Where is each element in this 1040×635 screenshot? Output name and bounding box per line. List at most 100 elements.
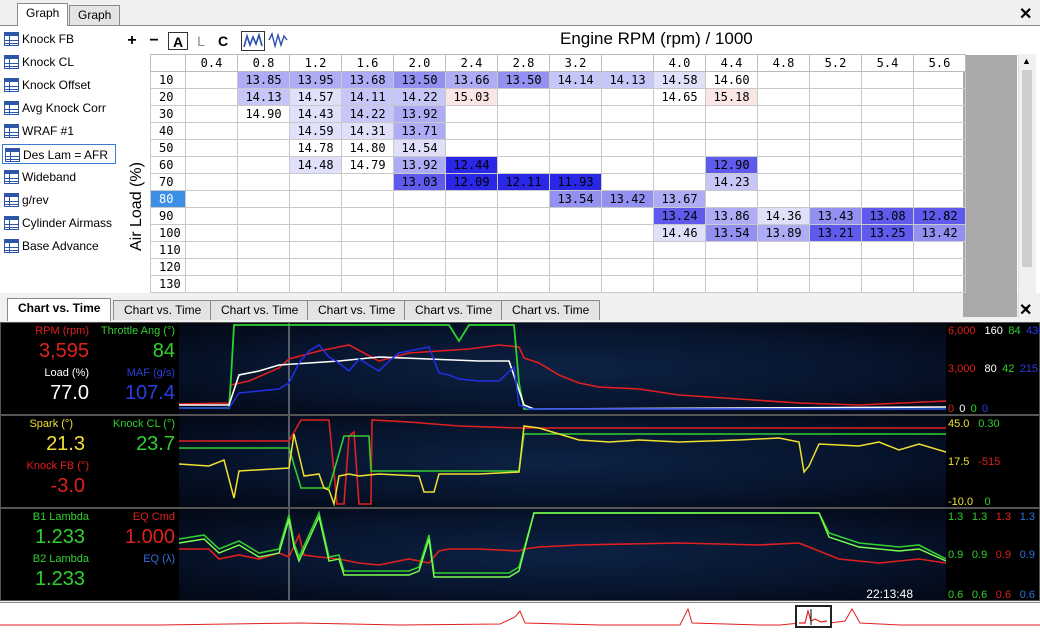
scroll-up-icon[interactable]: ▲ xyxy=(1022,56,1031,66)
table-cell[interactable]: 14.22 xyxy=(393,88,446,106)
row-header[interactable]: 90 xyxy=(150,207,186,225)
table-cell[interactable] xyxy=(705,241,758,259)
table-cell[interactable]: 13.50 xyxy=(393,71,446,89)
table-cell[interactable] xyxy=(237,139,290,157)
table-cell[interactable]: 13.86 xyxy=(705,207,758,225)
column-header[interactable]: 2.0 xyxy=(393,54,446,72)
table-cell[interactable]: 12.09 xyxy=(445,173,498,191)
overview-timeline[interactable] xyxy=(0,602,1040,635)
column-header[interactable]: 1.6 xyxy=(341,54,394,72)
row-header[interactable]: 70 xyxy=(150,173,186,191)
row-header[interactable]: 20 xyxy=(150,88,186,106)
table-cell[interactable] xyxy=(497,156,550,174)
table-cell[interactable] xyxy=(861,122,914,140)
tool-a-button[interactable]: A xyxy=(168,32,188,50)
table-cell[interactable] xyxy=(601,241,654,259)
table-cell[interactable]: 13.95 xyxy=(289,71,342,89)
table-cell[interactable]: 13.03 xyxy=(393,173,446,191)
table-cell[interactable]: 13.08 xyxy=(861,207,914,225)
table-cell[interactable] xyxy=(497,105,550,123)
overview-viewport[interactable] xyxy=(795,605,832,628)
table-cell[interactable]: 14.14 xyxy=(549,71,602,89)
tab-chart-2[interactable]: Chart vs. Time xyxy=(210,300,310,320)
table-cell[interactable] xyxy=(393,207,446,225)
tab-graph-2[interactable]: Graph xyxy=(69,5,121,25)
table-cell[interactable]: 11.93 xyxy=(549,173,602,191)
table-cell[interactable] xyxy=(653,241,706,259)
table-cell[interactable] xyxy=(705,122,758,140)
table-cell[interactable] xyxy=(549,139,602,157)
table-cell[interactable] xyxy=(861,190,914,208)
sidebar-item-4[interactable]: WRAF #1 xyxy=(2,121,116,141)
table-cell[interactable]: 14.59 xyxy=(289,122,342,140)
table-cell[interactable]: 13.92 xyxy=(393,105,446,123)
table-cell[interactable] xyxy=(601,88,654,106)
table-cell[interactable] xyxy=(757,156,810,174)
table-cell[interactable]: 14.57 xyxy=(289,88,342,106)
table-cell[interactable] xyxy=(705,190,758,208)
table-cell[interactable]: 14.60 xyxy=(705,71,758,89)
column-header[interactable]: 5.6 xyxy=(913,54,966,72)
column-header[interactable]: 5.2 xyxy=(809,54,862,72)
table-cell[interactable] xyxy=(289,190,342,208)
table-cell[interactable]: 14.36 xyxy=(757,207,810,225)
column-header[interactable]: 2.4 xyxy=(445,54,498,72)
tool-l-button[interactable]: L xyxy=(193,32,209,50)
row-header[interactable]: 110 xyxy=(150,241,186,259)
table-cell[interactable] xyxy=(445,275,498,293)
table-cell[interactable] xyxy=(809,105,862,123)
table-cell[interactable] xyxy=(185,241,238,259)
table-cell[interactable] xyxy=(289,241,342,259)
table-cell[interactable] xyxy=(913,156,966,174)
table-cell[interactable]: 13.24 xyxy=(653,207,706,225)
table-cell[interactable] xyxy=(289,275,342,293)
table-cell[interactable]: 14.78 xyxy=(289,139,342,157)
sidebar-item-5[interactable]: Des Lam = AFR xyxy=(2,144,116,164)
table-cell[interactable] xyxy=(861,173,914,191)
sidebar-item-8[interactable]: Cylinder Airmass xyxy=(2,213,116,233)
table-cell[interactable] xyxy=(289,258,342,276)
row-header[interactable]: 60 xyxy=(150,156,186,174)
table-cell[interactable] xyxy=(861,275,914,293)
row-header[interactable]: 120 xyxy=(150,258,186,276)
table-cell[interactable] xyxy=(185,156,238,174)
table-cell[interactable] xyxy=(497,207,550,225)
table-cell[interactable] xyxy=(185,173,238,191)
table-cell[interactable] xyxy=(809,88,862,106)
table-cell[interactable] xyxy=(185,258,238,276)
line-graph-icon[interactable] xyxy=(241,31,265,51)
row-header[interactable]: 30 xyxy=(150,105,186,123)
row-header[interactable]: 40 xyxy=(150,122,186,140)
table-cell[interactable] xyxy=(497,258,550,276)
table-cell[interactable] xyxy=(913,105,966,123)
table-cell[interactable]: 12.90 xyxy=(705,156,758,174)
table-cell[interactable] xyxy=(601,207,654,225)
tab-chart-4[interactable]: Chart vs. Time xyxy=(404,300,504,320)
table-cell[interactable] xyxy=(913,122,966,140)
table-cell[interactable] xyxy=(237,241,290,259)
column-header[interactable]: 3.2 xyxy=(549,54,602,72)
column-header[interactable]: 0.4 xyxy=(185,54,238,72)
table-cell[interactable] xyxy=(705,275,758,293)
table-cell[interactable] xyxy=(549,241,602,259)
table-cell[interactable] xyxy=(497,275,550,293)
table-cell[interactable] xyxy=(809,241,862,259)
sidebar-item-2[interactable]: Knock Offset xyxy=(2,75,116,95)
table-cell[interactable]: 15.18 xyxy=(705,88,758,106)
table-cell[interactable] xyxy=(289,173,342,191)
table-cell[interactable]: 13.43 xyxy=(809,207,862,225)
close-icon[interactable]: ✕ xyxy=(1019,7,1032,23)
row-header[interactable]: 50 xyxy=(150,139,186,157)
table-cell[interactable]: 13.71 xyxy=(393,122,446,140)
column-header[interactable]: 4.0 xyxy=(653,54,706,72)
plot-area-3[interactable] xyxy=(178,509,947,600)
table-cell[interactable] xyxy=(601,173,654,191)
table-cell[interactable] xyxy=(861,258,914,276)
table-cell[interactable] xyxy=(237,156,290,174)
table-cell[interactable] xyxy=(185,71,238,89)
table-cell[interactable] xyxy=(757,173,810,191)
plot-area-1[interactable] xyxy=(178,323,947,414)
table-cell[interactable] xyxy=(289,224,342,242)
table-cell[interactable] xyxy=(705,105,758,123)
table-cell[interactable] xyxy=(185,139,238,157)
